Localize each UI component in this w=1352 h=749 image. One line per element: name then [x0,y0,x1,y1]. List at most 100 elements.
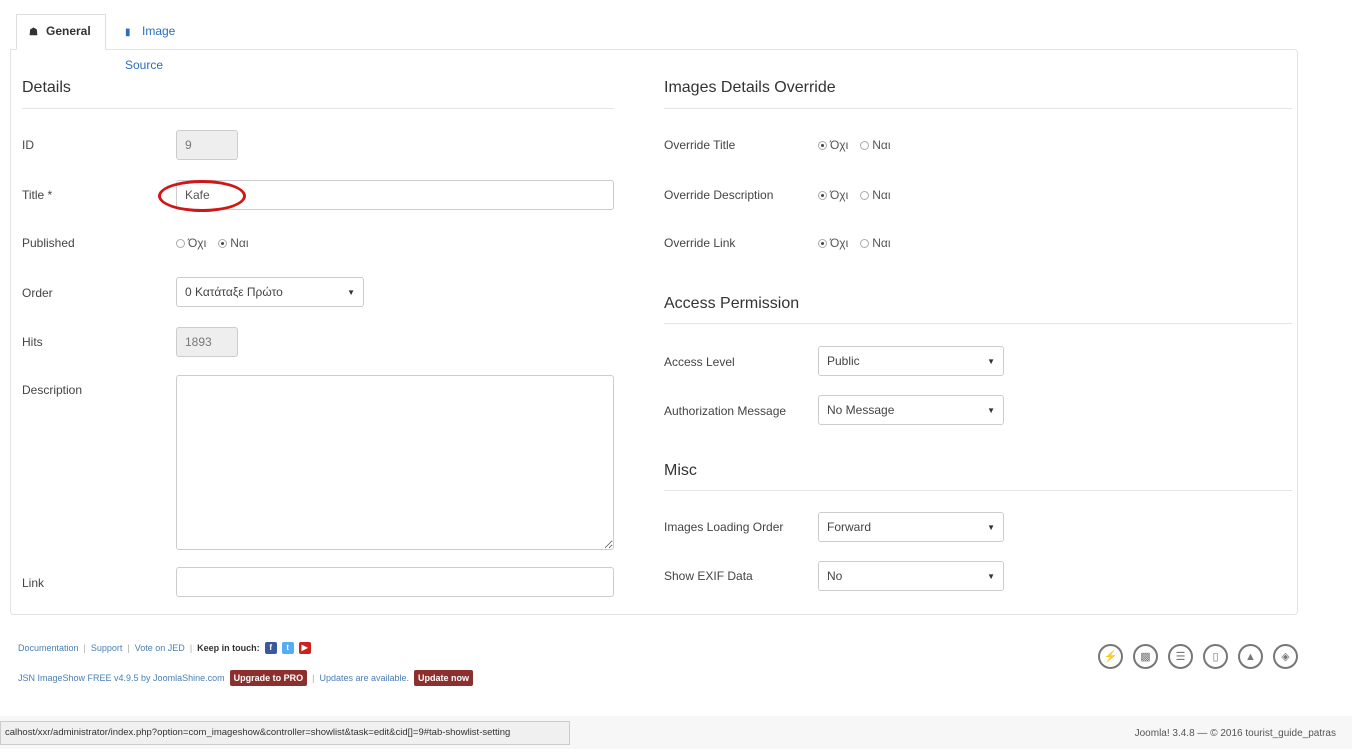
separator: | [83,643,86,653]
override-link-radio-group: Όχι Ναι [818,236,897,250]
browser-status-bar: calhost/xxr/administrator/index.php?opti… [0,721,570,745]
images-loading-order-select[interactable]: Forward ▼ [818,512,1004,542]
description-textarea[interactable] [176,375,614,550]
updates-available-text: Updates are available. [319,673,410,683]
radio-icon [860,140,870,150]
support-link[interactable]: Support [91,643,123,653]
vote-on-jed-link[interactable]: Vote on JED [135,643,185,653]
footer-links: Documentation | Support | Vote on JED | … [18,642,311,654]
override-description-no-label: Όχι [830,188,849,202]
radio-checked-icon [818,140,827,150]
update-now-button[interactable]: Update now [414,670,474,686]
misc-heading: Misc [664,462,697,479]
caret-down-icon: ▼ [987,571,995,581]
product-icons: ⚡ ▩ ☰ ▯ ▲ ◈ [1098,644,1298,669]
override-description-option-no[interactable]: Όχι [818,188,848,202]
radio-icon [176,238,185,248]
override-link-option-yes[interactable]: Ναι [860,236,891,250]
access-level-label: Access Level [664,355,735,369]
radio-icon [860,190,870,200]
override-link-no-label: Όχι [830,236,849,250]
facebook-icon[interactable]: f [264,642,277,654]
home-icon: ☗ [29,27,38,38]
authorization-message-select[interactable]: No Message ▼ [818,395,1004,425]
override-description-label: Override Description [664,188,774,202]
override-link-label: Override Link [664,236,736,250]
access-level-select[interactable]: Public ▼ [818,346,1004,376]
version-text[interactable]: JSN ImageShow FREE v4.9.5 by JoomlaShine… [18,673,225,683]
access-heading: Access Permission [664,295,800,312]
published-option-no[interactable]: Όχι [176,236,206,250]
order-label: Order [22,286,53,300]
documentation-link[interactable]: Documentation [18,643,79,653]
caret-down-icon: ▼ [987,405,995,415]
override-link-yes-label: Ναι [872,236,891,250]
radio-checked-icon [818,190,827,200]
upgrade-to-pro-button[interactable]: Upgrade to PRO [229,670,308,686]
override-title-radio-group: Όχι Ναι [818,138,897,152]
tab-general[interactable]: ☗ General [16,14,106,50]
twitter-icon[interactable]: t [281,642,294,654]
override-title-no-label: Όχι [830,138,849,152]
imageshow-icon[interactable]: ▩ [1133,644,1158,669]
separator: | [189,643,193,653]
override-title-option-yes[interactable]: Ναι [860,138,891,152]
separator: | [127,643,130,653]
youtube-icon[interactable]: ▶ [298,642,311,654]
radio-checked-icon [818,238,827,248]
misc-divider [664,490,1292,491]
access-level-value: Public [827,354,860,368]
hits-label: Hits [22,335,43,349]
published-label: Published [22,236,75,250]
description-label: Description [22,383,83,397]
images-loading-order-value: Forward [827,520,872,534]
show-exif-value: No [827,569,843,583]
override-description-radio-group: Όχι Ναι [818,188,897,202]
footer-version-row: JSN ImageShow FREE v4.9.5 by JoomlaShine… [18,670,474,686]
separator: | [312,673,315,683]
copyright-text: Joomla! 3.4.8 — © 2016 tourist_guide_pat… [1134,728,1336,739]
uniform-icon[interactable]: ☰ [1168,644,1193,669]
override-title-yes-label: Ναι [872,138,891,152]
tab-general-label: General [46,24,91,38]
order-select[interactable]: 0 Κατάταξε Πρώτο ▼ [176,277,364,307]
order-value: 0 Κατάταξε Πρώτο [185,285,283,299]
id-field: 9 [176,130,238,160]
radio-checked-icon [218,238,228,248]
folder-icon: ▮ [125,27,131,38]
highlight-ellipse [158,180,246,212]
hits-field: 1893 [176,327,238,357]
show-exif-label: Show EXIF Data [664,569,753,583]
link-label: Link [22,576,45,590]
link-input[interactable] [176,567,614,597]
show-exif-select[interactable]: No ▼ [818,561,1004,591]
published-option-yes[interactable]: Ναι [218,236,249,250]
published-radio-group: Όχι Ναι [176,236,255,250]
poweradmin-icon[interactable]: ⚡ [1098,644,1123,669]
easyslider-icon[interactable]: ◈ [1273,644,1298,669]
caret-down-icon: ▼ [987,356,995,366]
keep-in-touch-label: Keep in touch: [197,643,260,653]
images-loading-order-label: Images Loading Order [664,520,784,534]
details-heading: Details [22,79,71,96]
tab-bar: ☗ General ▮ Image Source [8,14,1298,72]
caret-down-icon: ▼ [347,287,355,297]
override-title-label: Override Title [664,138,736,152]
hits-value: 1893 [185,335,212,349]
caret-down-icon: ▼ [987,522,995,532]
status-url: calhost/xxr/administrator/index.php?opti… [5,727,511,738]
override-title-option-no[interactable]: Όχι [818,138,848,152]
published-option-yes-label: Ναι [230,236,249,250]
mobilize-icon[interactable]: ▯ [1203,644,1228,669]
authorization-message-value: No Message [827,403,895,417]
override-heading: Images Details Override [664,79,836,96]
override-link-option-no[interactable]: Όχι [818,236,848,250]
tab-image-source[interactable]: ▮ Image Source [112,14,222,72]
pagebuilder-icon[interactable]: ▲ [1238,644,1263,669]
title-label: Title * [22,188,53,202]
id-label: ID [22,138,34,152]
radio-icon [860,238,870,248]
override-description-option-yes[interactable]: Ναι [860,188,891,202]
access-divider [664,323,1292,324]
override-divider [664,108,1292,109]
